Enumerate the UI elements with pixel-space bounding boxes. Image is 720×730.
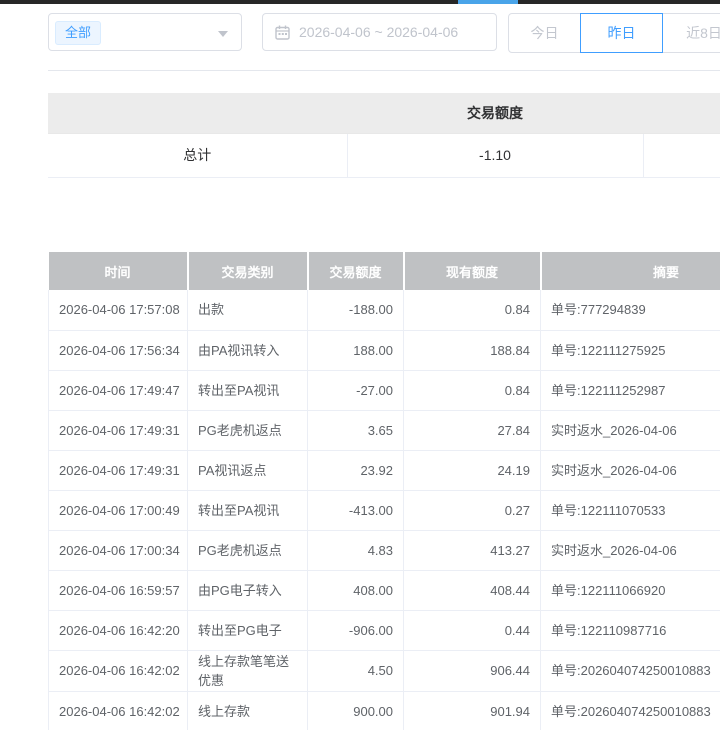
table-row: 2026-04-06 16:59:57由PG电子转入408.00408.44单号…: [49, 570, 720, 610]
summary-total-label: 总计: [48, 133, 347, 177]
summary-header-clipped: [643, 93, 720, 133]
chevron-down-icon: [218, 31, 228, 37]
cell-balance: 906.44: [404, 650, 541, 691]
cell-amount: -27.00: [308, 370, 404, 410]
table-row: 2026-04-06 17:56:34由PA视讯转入188.00188.84单号…: [49, 330, 720, 370]
cell-time: 2026-04-06 16:59:57: [49, 570, 188, 610]
cell-amount: -188.00: [308, 290, 404, 330]
cell-amount: 188.00: [308, 330, 404, 370]
cell-balance: 24.19: [404, 450, 541, 490]
cell-time: 2026-04-06 17:57:08: [49, 290, 188, 330]
column-header: 时间: [49, 252, 188, 290]
cell-amount: 900.00: [308, 691, 404, 730]
cell-amount: -413.00: [308, 490, 404, 530]
cell-balance: 413.27: [404, 530, 541, 570]
cell-time: 2026-04-06 17:56:34: [49, 330, 188, 370]
date-range-value: 2026-04-06 ~ 2026-04-06: [299, 24, 458, 40]
transactions-table: 时间交易类别交易额度现有额度摘要 2026-04-06 17:57:08出款-1…: [48, 252, 720, 730]
cell-balance: 408.44: [404, 570, 541, 610]
cell-type: PG老虎机返点: [188, 530, 308, 570]
filter-bar: 全部 2026-04-06 ~ 2026-04-06 今日昨日近8日: [48, 13, 720, 53]
table-row: 2026-04-06 17:49:31PG老虎机返点3.6527.84实时返水_…: [49, 410, 720, 450]
table-row: 2026-04-06 17:57:08出款-188.000.84单号:77729…: [49, 290, 720, 330]
cell-summary: 实时返水_2026-04-06: [541, 450, 720, 490]
quick-filter-button-3[interactable]: 近8日: [662, 13, 720, 53]
table-row: 2026-04-06 16:42:20转出至PG电子-906.000.44单号:…: [49, 610, 720, 650]
cell-time: 2026-04-06 17:49:31: [49, 450, 188, 490]
cell-time: 2026-04-06 16:42:20: [49, 610, 188, 650]
quick-filter-button-1[interactable]: 今日: [508, 13, 581, 53]
cell-time: 2026-04-06 17:00:49: [49, 490, 188, 530]
cell-type: 转出至PA视讯: [188, 490, 308, 530]
table-row: 2026-04-06 17:00:34PG老虎机返点4.83413.27实时返水…: [49, 530, 720, 570]
cell-summary: 实时返水_2026-04-06: [541, 410, 720, 450]
column-header: 交易额度: [308, 252, 404, 290]
section-divider: [48, 70, 720, 71]
summary-total-value: -1.10: [347, 133, 643, 177]
cell-type: PA视讯返点: [188, 450, 308, 490]
selected-category-tag: 全部: [55, 21, 101, 45]
summary-header-empty: [48, 93, 347, 133]
column-header: 现有额度: [404, 252, 541, 290]
cell-type: 转出至PG电子: [188, 610, 308, 650]
cell-amount: -906.00: [308, 610, 404, 650]
cell-time: 2026-04-06 17:00:34: [49, 530, 188, 570]
transactions-body: 2026-04-06 17:57:08出款-188.000.84单号:77729…: [49, 290, 720, 730]
cell-amount: 3.65: [308, 410, 404, 450]
cell-time: 2026-04-06 17:49:31: [49, 410, 188, 450]
summary-total-row: 总计 -1.10: [48, 133, 720, 177]
cell-balance: 0.84: [404, 370, 541, 410]
cell-amount: 4.50: [308, 650, 404, 691]
cell-summary: 单号:122111070533: [541, 490, 720, 530]
quick-filter-group: 今日昨日近8日: [508, 13, 720, 53]
top-progress-bar: [0, 0, 720, 4]
cell-amount: 4.83: [308, 530, 404, 570]
cell-type: 由PA视讯转入: [188, 330, 308, 370]
transactions-header-row: 时间交易类别交易额度现有额度摘要: [49, 252, 720, 290]
table-row: 2026-04-06 17:49:31PA视讯返点23.9224.19实时返水_…: [49, 450, 720, 490]
cell-summary: 单号:122111066920: [541, 570, 720, 610]
column-header: 交易类别: [188, 252, 308, 290]
calendar-icon: [275, 25, 290, 40]
table-row: 2026-04-06 16:42:02线上存款900.00901.94单号:20…: [49, 691, 720, 730]
table-row: 2026-04-06 17:49:47转出至PA视讯-27.000.84单号:1…: [49, 370, 720, 410]
date-range-picker[interactable]: 2026-04-06 ~ 2026-04-06: [262, 13, 497, 51]
cell-balance: 0.84: [404, 290, 541, 330]
cell-summary: 单号:122110987716: [541, 610, 720, 650]
cell-summary: 实时返水_2026-04-06: [541, 530, 720, 570]
cell-time: 2026-04-06 16:42:02: [49, 691, 188, 730]
cell-balance: 901.94: [404, 691, 541, 730]
cell-summary: 单号:777294839: [541, 290, 720, 330]
summary-header-row: 交易额度: [48, 93, 720, 133]
cell-balance: 188.84: [404, 330, 541, 370]
cell-time: 2026-04-06 17:49:47: [49, 370, 188, 410]
cell-summary: 单号:202604074250010883: [541, 691, 720, 730]
cell-type: 由PG电子转入: [188, 570, 308, 610]
summary-header-amount: 交易额度: [347, 93, 643, 133]
column-header: 摘要: [541, 252, 720, 290]
cell-type: 线上存款笔笔送优惠: [188, 650, 308, 691]
cell-summary: 单号:202604074250010883: [541, 650, 720, 691]
table-row: 2026-04-06 16:42:02线上存款笔笔送优惠4.50906.44单号…: [49, 650, 720, 691]
cell-time: 2026-04-06 16:42:02: [49, 650, 188, 691]
cell-summary: 单号:122111252987: [541, 370, 720, 410]
summary-table: 交易额度 总计 -1.10: [48, 93, 720, 178]
cell-summary: 单号:122111275925: [541, 330, 720, 370]
table-row: 2026-04-06 17:00:49转出至PA视讯-413.000.27单号:…: [49, 490, 720, 530]
cell-amount: 408.00: [308, 570, 404, 610]
cell-type: PG老虎机返点: [188, 410, 308, 450]
cell-balance: 0.27: [404, 490, 541, 530]
category-select[interactable]: 全部: [48, 13, 242, 51]
cell-balance: 0.44: [404, 610, 541, 650]
cell-type: 线上存款: [188, 691, 308, 730]
cell-amount: 23.92: [308, 450, 404, 490]
cell-balance: 27.84: [404, 410, 541, 450]
quick-filter-button-2[interactable]: 昨日: [580, 13, 663, 53]
cell-type: 出款: [188, 290, 308, 330]
progress-indicator: [458, 0, 518, 4]
cell-type: 转出至PA视讯: [188, 370, 308, 410]
summary-total-clipped: [643, 133, 720, 177]
